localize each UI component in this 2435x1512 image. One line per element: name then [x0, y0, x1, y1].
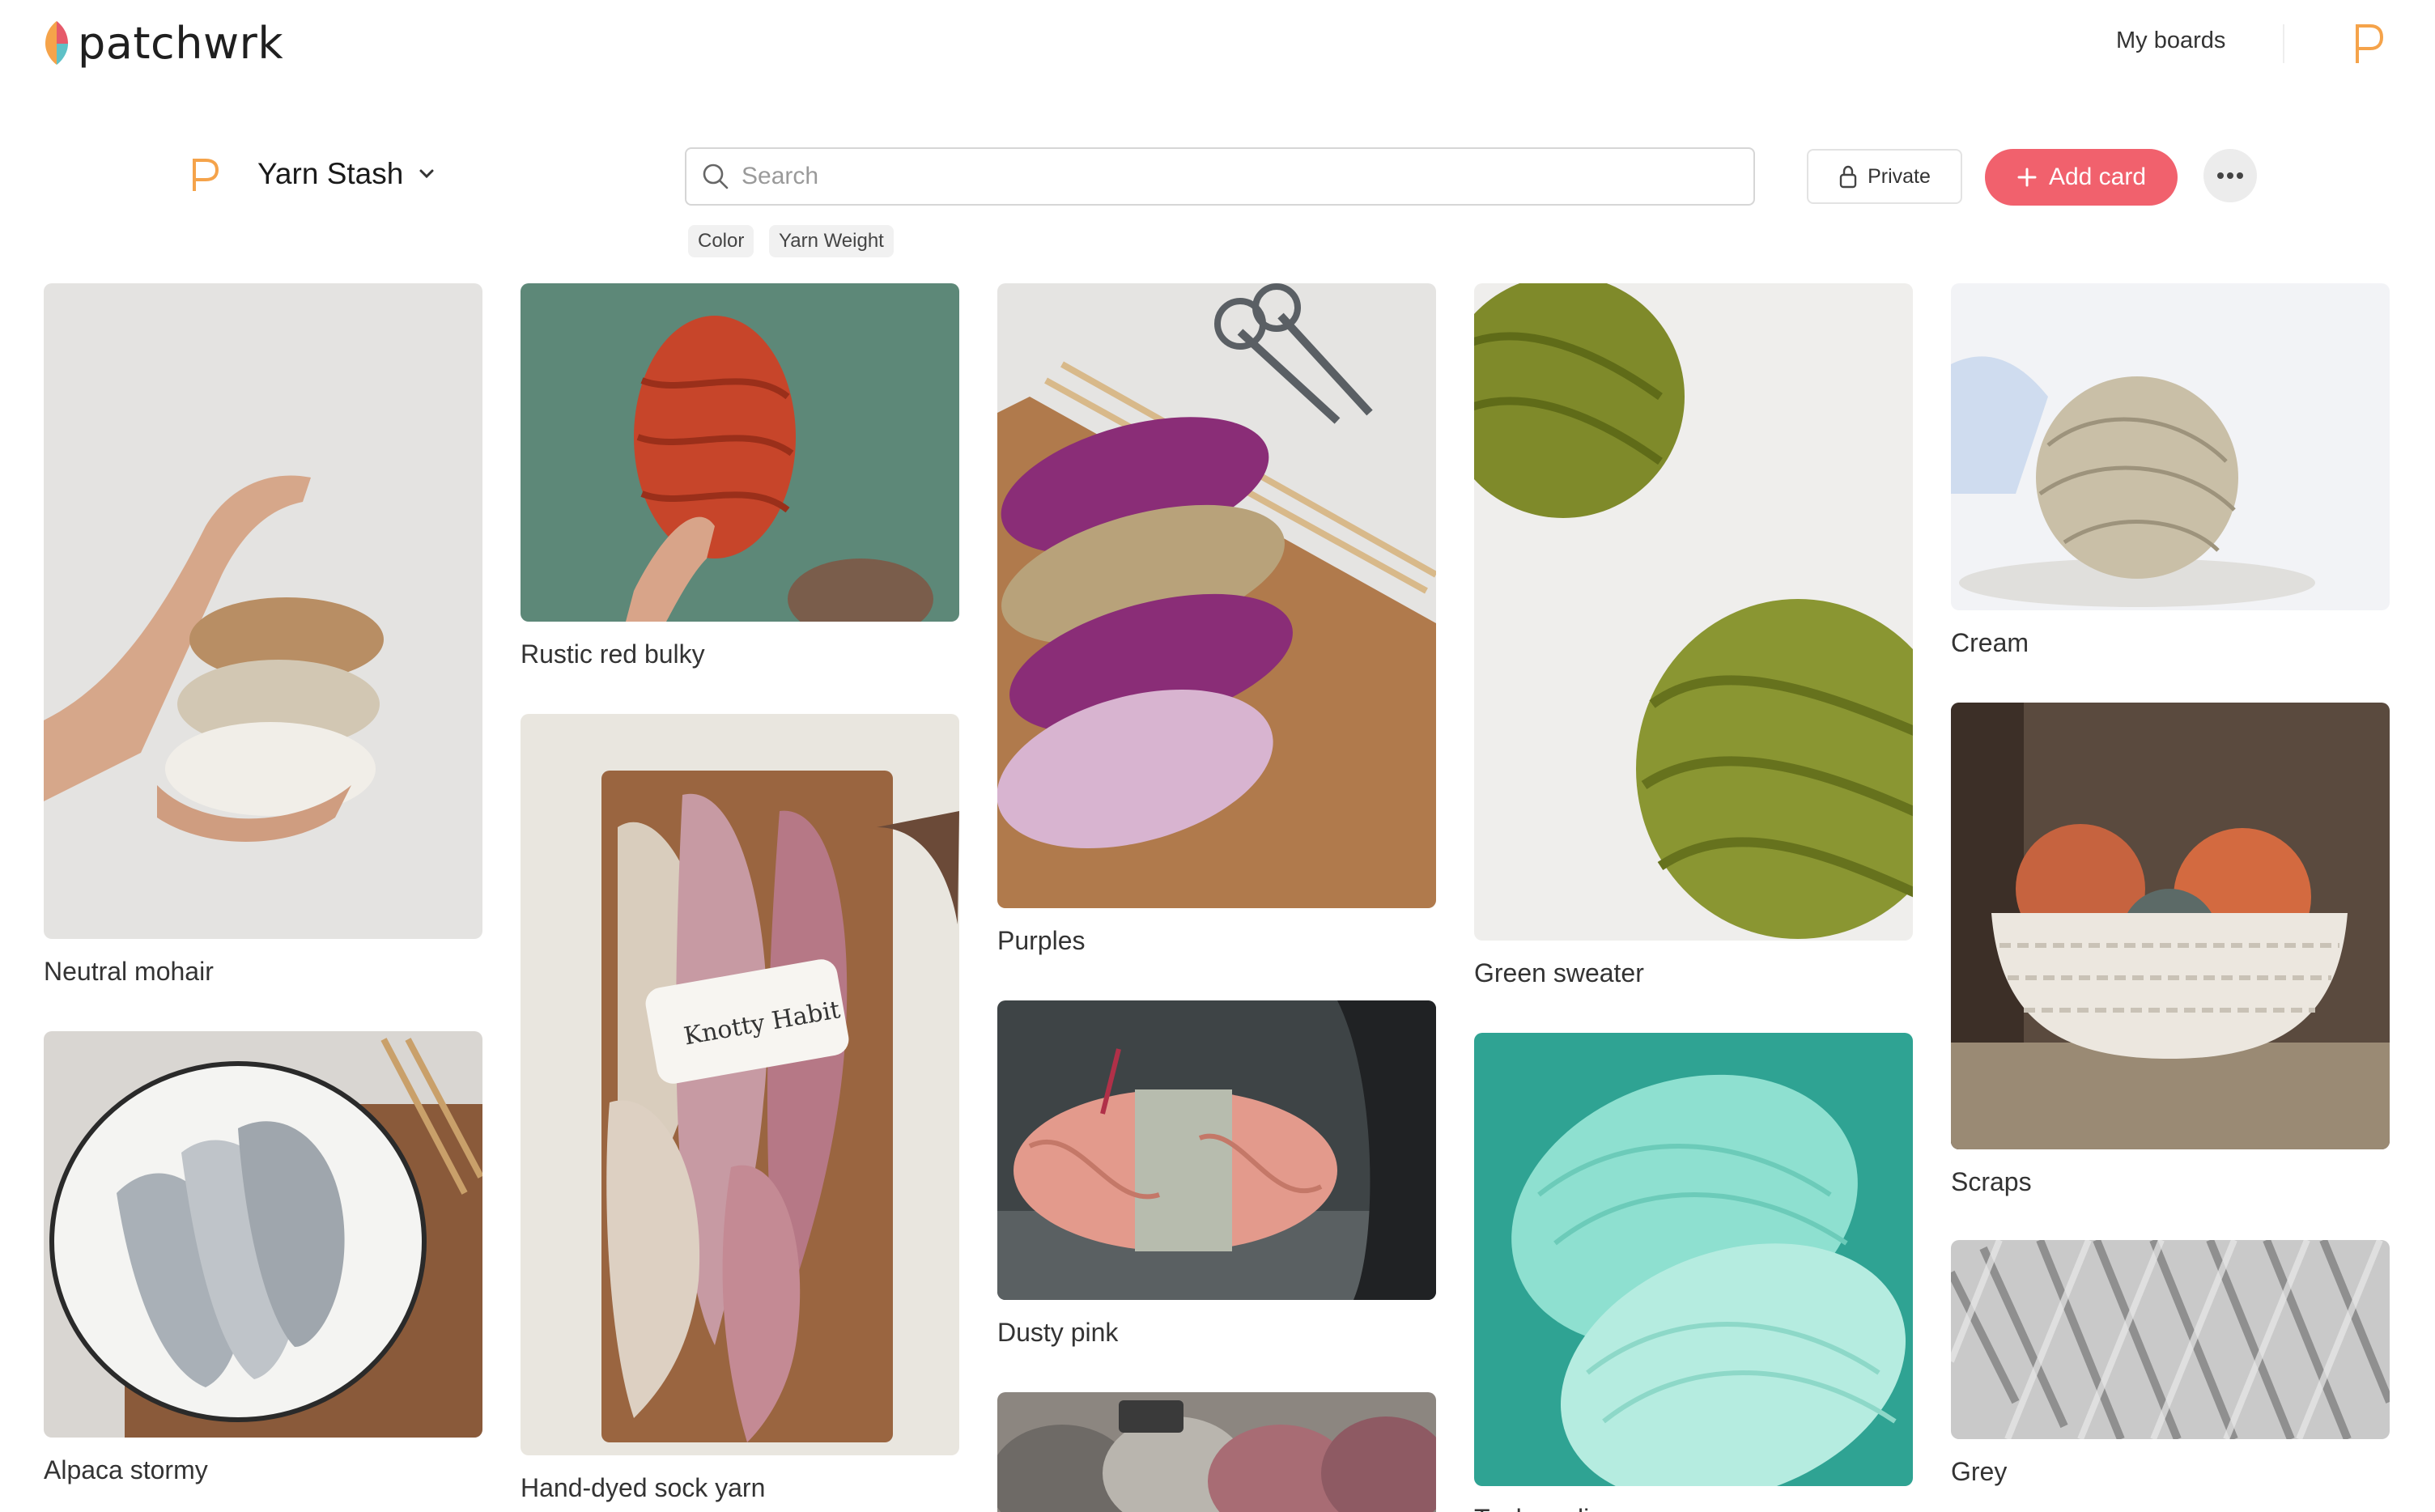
- card-title: Dusty pink: [997, 1318, 1119, 1347]
- card-title: Rustic red bulky: [521, 639, 705, 669]
- board-title: Yarn Stash: [257, 157, 404, 190]
- app-name: patchwrk: [78, 17, 284, 69]
- card-title: Hand-dyed sock yarn: [521, 1473, 766, 1502]
- card-rustic-red-bulky[interactable]: Rustic red bulky: [521, 283, 959, 669]
- board-icon: [193, 159, 219, 191]
- card-grey[interactable]: Grey: [1951, 1240, 2390, 1487]
- card-grey-hanks[interactable]: [997, 1392, 1436, 1512]
- card-title: Purples: [997, 926, 1086, 955]
- search-box[interactable]: [685, 147, 1755, 206]
- card-dusty-pink[interactable]: Dusty pink: [997, 1000, 1436, 1348]
- card-image: [1951, 1240, 2390, 1439]
- card-image: [521, 283, 959, 622]
- card-scraps[interactable]: Scraps: [1951, 703, 2390, 1197]
- card-image: [1951, 283, 2390, 610]
- card-title: Neutral mohair: [44, 957, 214, 986]
- more-horizontal-icon: [2217, 172, 2243, 179]
- card-image: [1951, 703, 2390, 1149]
- lock-icon: [1839, 165, 1857, 189]
- card-image: [44, 283, 482, 939]
- more-options-button[interactable]: [2203, 149, 2257, 202]
- card-image: [1474, 283, 1913, 941]
- nav-divider: [2283, 24, 2284, 63]
- card-title: Cream: [1951, 628, 2029, 657]
- my-boards-link[interactable]: My boards: [2116, 28, 2225, 54]
- card-title: Scraps: [1951, 1167, 2032, 1196]
- filter-chip-yarn-weight[interactable]: Yarn Weight: [769, 225, 894, 257]
- card-neutral-mohair[interactable]: Neutral mohair: [44, 283, 482, 987]
- card-purples[interactable]: Purples: [997, 283, 1436, 956]
- card-image: [44, 1031, 482, 1438]
- user-avatar-icon[interactable]: [2352, 21, 2385, 66]
- card-image: [997, 1392, 1436, 1512]
- card-hand-dyed-sock-yarn[interactable]: Knotty Habit Hand-dyed sock yarn: [521, 714, 959, 1503]
- privacy-button[interactable]: Private: [1807, 149, 1962, 204]
- card-image: [997, 283, 1436, 908]
- card-image: [1474, 1033, 1913, 1486]
- privacy-label: Private: [1868, 164, 1931, 188]
- add-card-button[interactable]: Add card: [1985, 149, 2178, 206]
- card-cream[interactable]: Cream: [1951, 283, 2390, 658]
- card-title: Alpaca stormy: [44, 1455, 208, 1484]
- card-image: [997, 1000, 1436, 1300]
- board-title-dropdown[interactable]: Yarn Stash: [257, 157, 437, 191]
- card-alpaca-stormy[interactable]: Alpaca stormy: [44, 1031, 482, 1485]
- chevron-down-icon: [419, 169, 434, 179]
- app-logo[interactable]: patchwrk: [44, 17, 284, 69]
- plus-icon: [2017, 168, 2037, 187]
- add-card-label: Add card: [2048, 164, 2147, 190]
- card-title: Teal acrylic: [1474, 1504, 1913, 1512]
- patchwrk-logo-icon: [45, 21, 68, 65]
- card-teal-acrylic[interactable]: Teal acrylic: [1474, 1033, 1913, 1512]
- filter-chip-color[interactable]: Color: [688, 225, 754, 257]
- card-green-sweater[interactable]: Green sweater: [1474, 283, 1913, 988]
- search-input[interactable]: [742, 163, 1713, 190]
- card-title: Green sweater: [1474, 958, 1644, 987]
- card-title: Grey: [1951, 1457, 2008, 1486]
- search-icon: [703, 164, 729, 189]
- card-image: Knotty Habit: [521, 714, 959, 1455]
